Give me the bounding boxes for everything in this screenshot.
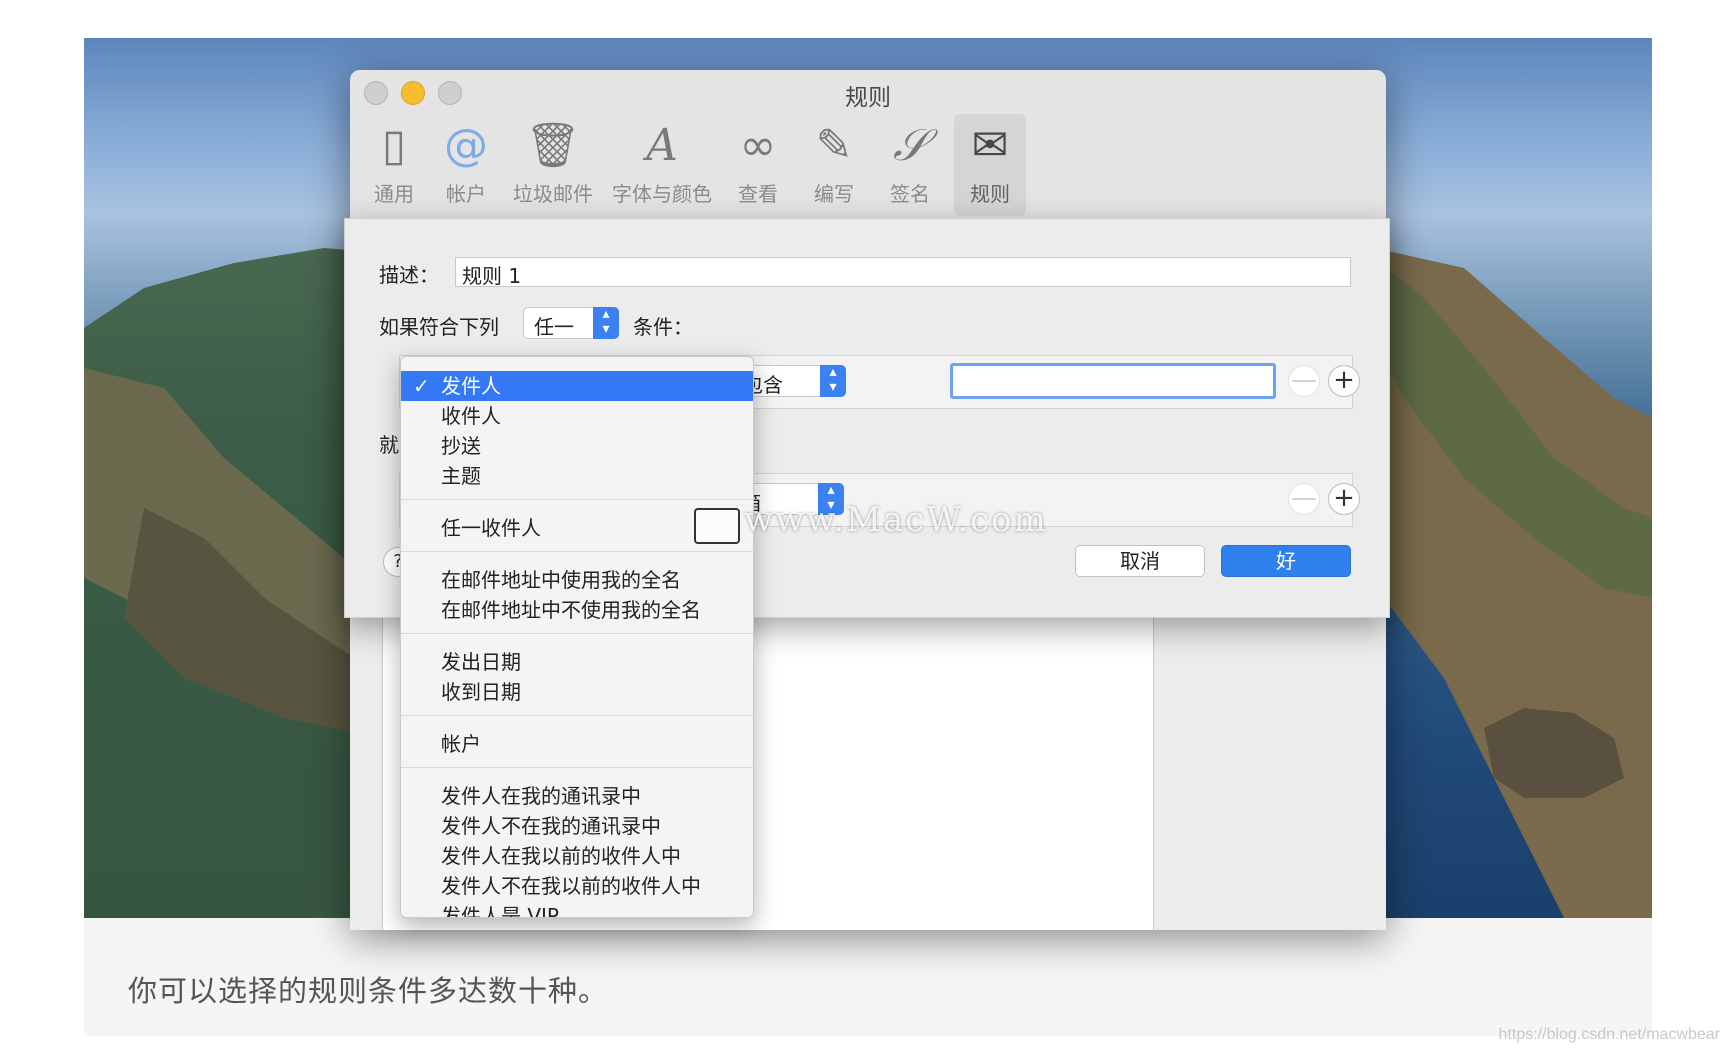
toolbar-label: 规则 xyxy=(970,182,1010,206)
menu-item-in-previous-recipients[interactable]: 发件人在我以前的收件人中 xyxy=(401,841,753,871)
toolbar-label: 垃圾邮件 xyxy=(513,182,593,206)
at-icon: @ xyxy=(444,120,488,171)
remove-condition-button[interactable]: — xyxy=(1288,365,1320,397)
menu-item-cc[interactable]: 抄送 xyxy=(401,431,753,461)
menu-item-date-received[interactable]: 收到日期 xyxy=(401,677,753,707)
switch-icon: ▯ xyxy=(381,120,407,171)
toolbar-junk-mail[interactable]: 🗑 垃圾邮件 xyxy=(508,114,598,216)
toolbar-label: 字体与颜色 xyxy=(612,182,712,206)
checkmark-icon: ✓ xyxy=(413,374,430,398)
signature-icon: 𝒮 xyxy=(892,120,928,171)
if-label: 如果符合下列 xyxy=(379,315,499,339)
watermark: www.MacW.com xyxy=(744,500,1048,540)
window-toolbar: 规则 ▯ 通用 @ 帐户 🗑 垃圾邮件 A 字体与颜色 ∞ 查看 ✎ 编写 𝒮 … xyxy=(350,70,1386,221)
rules-icon: ✉ xyxy=(971,120,1009,171)
condition-field-menu: ✓ 发件人 收件人 抄送 主题 任一收件人 在邮件地址中使用我的全名 在邮件地址… xyxy=(400,356,754,918)
trash-icon: 🗑 xyxy=(525,120,581,171)
menu-item-to[interactable]: 收件人 xyxy=(401,401,753,431)
match-value: 任一 xyxy=(534,315,574,339)
font-icon: A xyxy=(646,120,678,171)
menu-separator xyxy=(401,715,753,716)
menu-item-sender-vip[interactable]: 发件人是 VIP xyxy=(401,901,753,917)
window-title: 规则 xyxy=(845,85,891,111)
description-field[interactable]: 规则 1 xyxy=(455,257,1351,288)
menu-separator xyxy=(401,551,753,552)
menu-separator xyxy=(401,499,753,500)
toolbar-fonts-colors[interactable]: A 字体与颜色 xyxy=(608,114,716,216)
add-action-button[interactable]: + xyxy=(1328,483,1360,515)
then-label: 就 xyxy=(379,433,399,457)
menu-separator xyxy=(401,767,753,768)
toolbar-label: 查看 xyxy=(738,182,778,206)
toolbar-viewing[interactable]: ∞ 查看 xyxy=(726,114,790,216)
toolbar-label: 签名 xyxy=(890,182,930,206)
image-caption: 你可以选择的规则条件多达数十种。 xyxy=(128,974,609,1008)
menu-item-not-in-contacts[interactable]: 发件人不在我的通讯录中 xyxy=(401,811,753,841)
add-condition-button[interactable]: + xyxy=(1328,365,1360,397)
source-link[interactable]: https://blog.csdn.net/macwbear xyxy=(1499,1026,1720,1044)
menu-item-account[interactable]: 帐户 xyxy=(401,729,753,759)
popup-arrows-icon: ▴ ▾ xyxy=(593,307,619,339)
remove-action-button[interactable]: — xyxy=(1288,483,1320,515)
ok-button[interactable]: 好 xyxy=(1221,545,1351,577)
menu-item-not-full-name[interactable]: 在邮件地址中不使用我的全名 xyxy=(401,595,753,625)
toolbar-signatures[interactable]: 𝒮 签名 xyxy=(878,114,942,216)
menu-item-label: 发件人 xyxy=(441,374,501,398)
glasses-icon: ∞ xyxy=(739,120,777,171)
menu-item-full-name[interactable]: 在邮件地址中使用我的全名 xyxy=(401,565,753,595)
toolbar-general[interactable]: ▯ 通用 xyxy=(364,114,424,216)
cursor-icon xyxy=(694,508,740,544)
menu-item-from[interactable]: ✓ 发件人 xyxy=(401,371,753,401)
popup-arrows-icon: ▴ ▾ xyxy=(820,365,846,397)
menu-item-date-sent[interactable]: 发出日期 xyxy=(401,647,753,677)
toolbar-accounts[interactable]: @ 帐户 xyxy=(436,114,496,216)
description-label: 描述： xyxy=(379,263,439,287)
menu-item-not-in-previous-recipients[interactable]: 发件人不在我以前的收件人中 xyxy=(401,871,753,901)
toolbar-label: 帐户 xyxy=(446,182,486,206)
menu-separator xyxy=(401,633,753,634)
toolbar-label: 通用 xyxy=(374,182,414,206)
cancel-button[interactable]: 取消 xyxy=(1075,545,1205,577)
menu-item-in-contacts[interactable]: 发件人在我的通讯录中 xyxy=(401,781,753,811)
toolbar-composing[interactable]: ✎ 编写 xyxy=(802,114,866,216)
condition-value-input[interactable] xyxy=(950,363,1276,399)
conditions-label: 条件： xyxy=(633,315,693,339)
toolbar-rules[interactable]: ✉ 规则 xyxy=(954,114,1026,216)
toolbar-label: 编写 xyxy=(814,182,854,206)
match-popup[interactable]: 任一 ▴ ▾ xyxy=(523,307,619,339)
pencil-icon: ✎ xyxy=(815,120,853,171)
menu-item-subject[interactable]: 主题 xyxy=(401,461,753,491)
